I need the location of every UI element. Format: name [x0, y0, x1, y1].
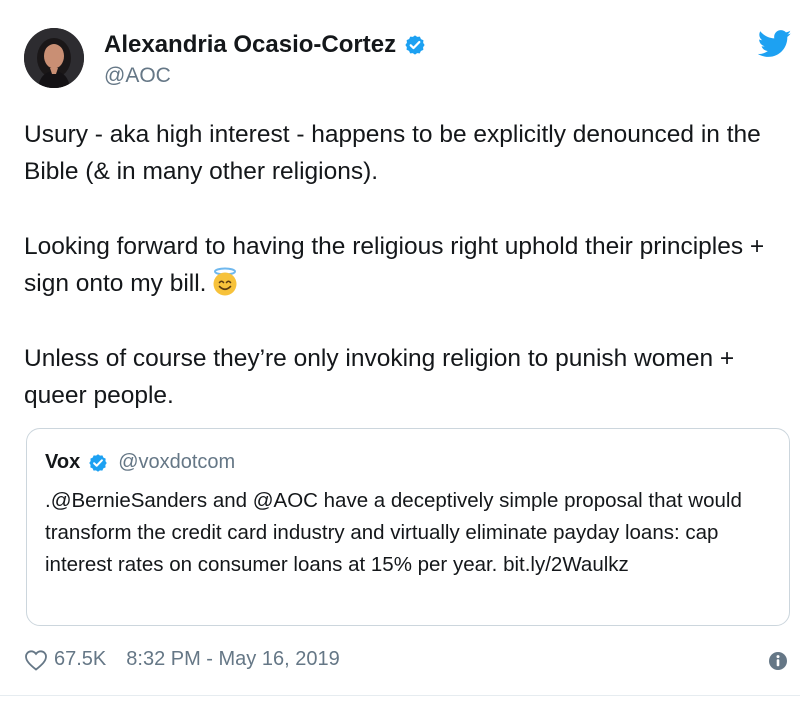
- avatar[interactable]: [24, 28, 84, 88]
- quoted-tweet-text: .@BernieSanders and @AOC have a deceptiv…: [45, 489, 742, 576]
- info-icon[interactable]: [768, 651, 788, 671]
- verified-badge-icon: [405, 35, 425, 55]
- quoted-author-handle[interactable]: @voxdotcom: [118, 451, 235, 474]
- like-count[interactable]: 67.5K: [54, 648, 106, 671]
- tweet-text: Usury - aka high interest - happens to b…: [24, 116, 794, 452]
- heart-icon[interactable]: [24, 649, 48, 671]
- quoted-tweet[interactable]: Vox @voxdotcom .@BernieSanders and @AOC …: [26, 428, 790, 626]
- verified-badge-icon: [89, 453, 107, 472]
- timestamp[interactable]: 8:32 PM - May 16, 2019: [126, 648, 339, 671]
- author-handle[interactable]: @AOC: [104, 64, 171, 88]
- twitter-bird-icon[interactable]: [758, 30, 792, 58]
- tweet-paragraph: Looking forward to having the religious …: [24, 233, 765, 297]
- author-name[interactable]: Alexandria Ocasio-Cortez: [104, 31, 396, 59]
- quoted-author-name[interactable]: Vox: [45, 451, 80, 474]
- tweet-paragraph: Unless of course they’re only invoking r…: [24, 345, 735, 409]
- smiling-face-with-halo-icon: [213, 267, 237, 296]
- embedded-tweet: Alexandria Ocasio-Cortez @AOC Usury - ak…: [0, 0, 800, 704]
- tweet-paragraph: Usury - aka high interest - happens to b…: [24, 121, 761, 185]
- divider: [0, 695, 800, 696]
